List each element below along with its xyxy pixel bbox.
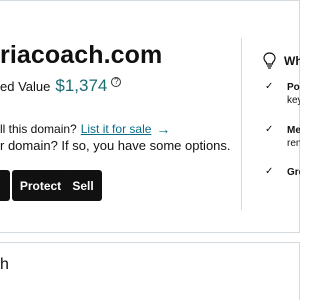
options-text: r domain? If so, you have some options. [0,138,231,153]
side-panel-title: Wh [284,53,300,68]
sell-button[interactable]: Sell [64,170,102,201]
side-list-item: ✓ Gre [265,166,300,179]
partial-action-button[interactable] [0,170,10,201]
protect-button[interactable]: Protect [12,170,69,201]
side-panel-header: Wh [263,52,300,69]
arrow-right-icon[interactable]: → [156,122,170,136]
side-item-line1: Pop [287,82,300,93]
domain-value-card: riacoach.com ed Value $1,374 ? ll this d… [0,0,300,233]
list-for-sale-link[interactable]: List it for sale [81,122,152,136]
side-item-line1: Me [287,125,300,136]
domain-name-title: riacoach.com [0,41,163,69]
sell-prompt-row: ll this domain? List it for sale → [0,122,170,136]
estimated-value-amount: $1,374 [55,76,108,95]
lightbulb-icon [263,52,276,69]
check-icon: ✓ [265,81,274,92]
lower-section-title: h [0,256,9,273]
lower-section-card: h [0,242,300,300]
side-list-item: ✓ Me ren [265,124,300,150]
domain-page: riacoach.com ed Value $1,374 ? ll this d… [0,0,300,300]
panel-divider [241,38,242,210]
check-icon: ✓ [265,166,274,177]
side-item-line2: ren [287,138,300,149]
side-item-line2: key [287,95,300,106]
question-circle-icon[interactable]: ? [111,77,122,87]
estimated-value-row: ed Value $1,374 ? [0,76,122,96]
estimated-value-label: ed Value [0,79,51,94]
side-list-item: ✓ Pop key [265,81,300,107]
sell-prompt-text: ll this domain? [0,122,77,136]
check-icon: ✓ [265,124,274,135]
side-item-line1: Gre [287,167,300,178]
